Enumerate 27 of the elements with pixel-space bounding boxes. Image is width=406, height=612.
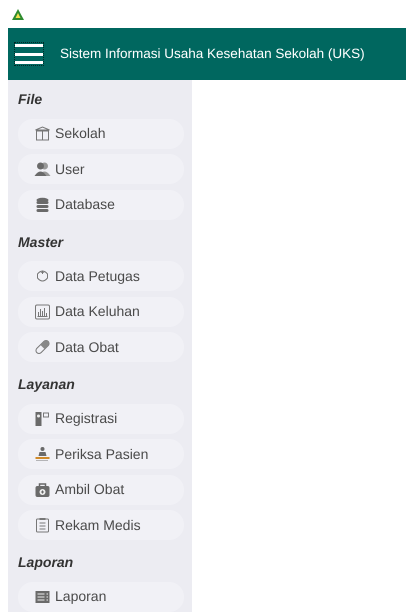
section-heading: File <box>18 90 42 109</box>
menu-item[interactable]: User <box>18 154 184 184</box>
section-heading: Layanan <box>18 375 75 394</box>
menu-item[interactable]: Data Obat <box>18 332 184 362</box>
menu-item[interactable]: Laporan <box>18 582 184 612</box>
medicine-bag-icon <box>34 482 51 498</box>
menu-item[interactable]: Rekam Medis <box>18 510 184 540</box>
menu-item[interactable]: Ambil Obat <box>18 474 184 505</box>
menu-icon[interactable] <box>14 42 44 66</box>
app-title: Sistem Informasi Usaha Kesehatan Sekolah (UKS) <box>60 44 365 63</box>
menu-item[interactable]: Periksa Pasien <box>18 439 184 470</box>
database-icon <box>34 196 51 213</box>
registration-icon <box>34 410 51 427</box>
examination-icon <box>34 446 51 462</box>
pill-icon <box>34 339 51 356</box>
menu-item[interactable]: Database <box>18 190 184 220</box>
bar-chart-icon <box>34 304 51 320</box>
section-heading: Master <box>18 232 64 252</box>
report-icon <box>34 588 51 605</box>
section-heading: Laporan <box>18 553 74 572</box>
menu-item[interactable]: Data Keluhan <box>18 296 184 327</box>
clipboard-icon <box>34 517 51 534</box>
menu-item[interactable]: Sekolah <box>18 118 184 149</box>
users-icon <box>34 161 51 178</box>
menu-item[interactable]: Data Petugas <box>18 261 184 292</box>
menu-item[interactable]: Registrasi <box>18 404 184 434</box>
logo-icon <box>12 8 24 20</box>
